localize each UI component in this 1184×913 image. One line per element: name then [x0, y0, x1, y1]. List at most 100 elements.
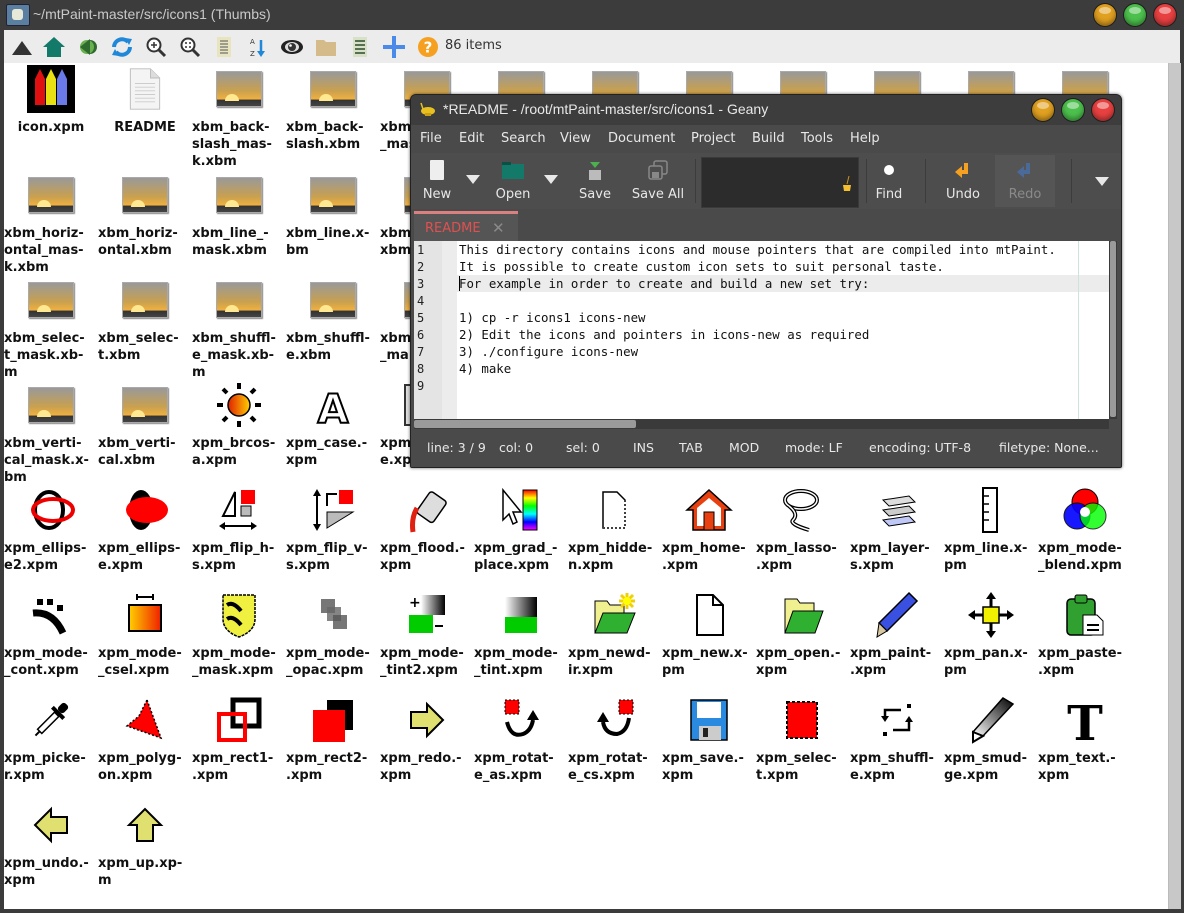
vertical-scroll-thumb[interactable]: [1110, 241, 1116, 417]
redo-button[interactable]: Redo: [995, 155, 1055, 207]
file-item[interactable]: xbm_verti- cal.xbm: [98, 381, 192, 469]
file-item[interactable]: README: [98, 65, 192, 136]
file-item[interactable]: xpm_grad_- place.xpm: [474, 486, 568, 574]
save-all-button[interactable]: Save All: [627, 157, 689, 205]
up-button[interactable]: [8, 33, 36, 61]
menu-search[interactable]: Search: [501, 131, 546, 146]
menu-tools[interactable]: Tools: [801, 131, 833, 146]
close-button[interactable]: [1154, 4, 1176, 26]
geany-minimize-button[interactable]: [1032, 99, 1054, 121]
file-item[interactable]: xpm_smud- ge.xpm: [944, 696, 1038, 784]
file-item[interactable]: + xpm_mode- _tint2.xpm: [380, 591, 474, 679]
file-item[interactable]: xbm_selec- t_mask.xb- m: [4, 276, 98, 381]
menu-help[interactable]: Help: [850, 131, 880, 146]
menu-file[interactable]: File: [420, 131, 442, 146]
editor-vertical-scrollbar[interactable]: [1109, 241, 1117, 419]
file-item[interactable]: xpm_layer- s.xpm: [850, 486, 944, 574]
file-item[interactable]: xpm_brcos- a.xpm: [192, 381, 286, 469]
help-button[interactable]: ?: [414, 33, 442, 61]
zoom-button[interactable]: [176, 33, 204, 61]
file-item[interactable]: xpm_shuffl- e.xpm: [850, 696, 944, 784]
code-editor[interactable]: 1 2 3 4 5 6 7 8 9 This directory contains icons …: [414, 241, 1109, 419]
file-item[interactable]: xpm_rect2- .xpm: [286, 696, 380, 784]
tab-close-icon[interactable]: ✕: [492, 219, 505, 237]
list-view-button[interactable]: [210, 33, 238, 61]
refresh-button[interactable]: [108, 33, 136, 61]
tab-readme[interactable]: README ✕: [414, 211, 518, 244]
file-item[interactable]: Txpm_text.- xpm: [1038, 696, 1132, 784]
find-button[interactable]: Find: [869, 157, 909, 205]
file-item[interactable]: xpm_up.xp- m: [98, 801, 192, 889]
sort-button[interactable]: AZ: [244, 33, 272, 61]
file-item[interactable]: Axpm_case.- xpm: [286, 381, 380, 469]
file-item[interactable]: xpm_flip_h- s.xpm: [192, 486, 286, 574]
menu-view[interactable]: View: [560, 131, 591, 146]
geany-maximize-button[interactable]: [1062, 99, 1084, 121]
file-item[interactable]: xpm_ellips- e.xpm: [98, 486, 192, 574]
file-item[interactable]: xpm_mode- _cont.xpm: [4, 591, 98, 679]
clear-broom-icon[interactable]: [842, 176, 852, 192]
file-item[interactable]: xbm_selec- t.xbm: [98, 276, 192, 364]
file-item[interactable]: xpm_pan.x- pm: [944, 591, 1038, 679]
file-item[interactable]: xpm_rotat- e_as.xpm: [474, 696, 568, 784]
file-item[interactable]: xpm_flip_v- s.xpm: [286, 486, 380, 574]
file-item[interactable]: xpm_paste- .xpm: [1038, 591, 1132, 679]
menu-build[interactable]: Build: [752, 131, 785, 146]
file-item[interactable]: xbm_horiz- ontal.xbm: [98, 171, 192, 259]
file-item[interactable]: xbm_shuffl- e_mask.xb- m: [192, 276, 286, 381]
file-item[interactable]: xpm_redo.- xpm: [380, 696, 474, 784]
new-dropdown-arrow[interactable]: [466, 175, 480, 184]
file-item[interactable]: xbm_back- slash.xbm: [286, 65, 380, 153]
home-button[interactable]: [40, 33, 68, 61]
maximize-button[interactable]: [1124, 4, 1146, 26]
file-item[interactable]: xpm_flood.- xpm: [380, 486, 474, 574]
file-item[interactable]: xbm_line.x- bm: [286, 171, 380, 259]
file-item[interactable]: xpm_mode- _blend.xpm: [1038, 486, 1132, 574]
undo-button[interactable]: Undo: [941, 157, 985, 205]
file-item[interactable]: xpm_picke- r.xpm: [4, 696, 98, 784]
horizontal-scrollbar[interactable]: [414, 419, 1109, 429]
new-button[interactable]: [380, 33, 408, 61]
show-hidden-button[interactable]: [278, 33, 306, 61]
back-button[interactable]: [74, 33, 102, 61]
menu-project[interactable]: Project: [691, 131, 735, 146]
file-item[interactable]: xpm_rect1- .xpm: [192, 696, 286, 784]
file-item[interactable]: xbm_back- slash_mas- k.xbm: [192, 65, 286, 170]
save-button[interactable]: Save: [575, 157, 615, 205]
folder-button[interactable]: [312, 33, 340, 61]
file-item[interactable]: xbm_line_- mask.xbm: [192, 171, 286, 259]
file-item[interactable]: xpm_hidde- n.xpm: [568, 486, 662, 574]
file-item[interactable]: xpm_open.- xpm: [756, 591, 850, 679]
file-item[interactable]: xpm_ellips- e2.xpm: [4, 486, 98, 574]
open-dropdown-arrow[interactable]: [544, 175, 558, 184]
toolbar-overflow-arrow[interactable]: [1095, 177, 1109, 186]
zoom-in-button[interactable]: [142, 33, 170, 61]
menu-edit[interactable]: Edit: [459, 131, 484, 146]
file-item[interactable]: xpm_lasso- .xpm: [756, 486, 850, 574]
file-item[interactable]: icon.xpm: [4, 65, 98, 136]
new-file-button[interactable]: New: [417, 157, 457, 205]
file-item[interactable]: xpm_new.x- pm: [662, 591, 756, 679]
text-area[interactable]: This directory contains icons and mouse …: [457, 241, 1109, 419]
file-item[interactable]: xpm_polyg- on.xpm: [98, 696, 192, 784]
file-item[interactable]: xpm_undo.- xpm: [4, 801, 98, 889]
file-item[interactable]: xbm_horiz- ontal_mas- k.xbm: [4, 171, 98, 276]
file-item[interactable]: xpm_home- .xpm: [662, 486, 756, 574]
geany-close-button[interactable]: [1092, 99, 1114, 121]
file-item[interactable]: xpm_save.- xpm: [662, 696, 756, 784]
file-item[interactable]: xpm_paint- .xpm: [850, 591, 944, 679]
open-file-button[interactable]: Open: [491, 157, 535, 205]
minimize-button[interactable]: [1094, 4, 1116, 26]
file-item[interactable]: xbm_verti- cal_mask.x- bm: [4, 381, 98, 486]
file-item[interactable]: xpm_line.x- pm: [944, 486, 1038, 574]
file-item[interactable]: xbm_shuffl- e.xbm: [286, 276, 380, 364]
file-item[interactable]: xpm_selec- t.xpm: [756, 696, 850, 784]
menu-document[interactable]: Document: [608, 131, 675, 146]
file-item[interactable]: xpm_mode- _csel.xpm: [98, 591, 192, 679]
file-item[interactable]: xpm_rotat- e_cs.xpm: [568, 696, 662, 784]
horizontal-scroll-thumb[interactable]: [414, 420, 636, 428]
file-item[interactable]: xpm_newd- ir.xpm: [568, 591, 662, 679]
file-item[interactable]: xpm_mode- _opac.xpm: [286, 591, 380, 679]
file-item[interactable]: xpm_mode- _tint.xpm: [474, 591, 568, 679]
search-field[interactable]: [701, 157, 859, 208]
